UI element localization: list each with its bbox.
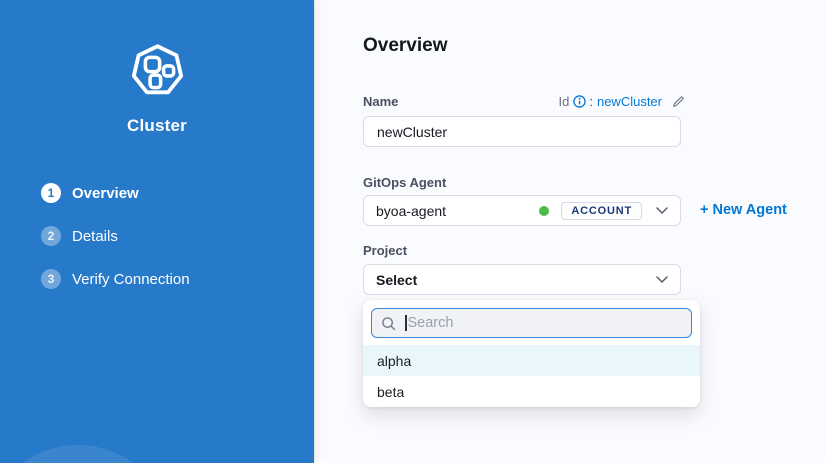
step-overview[interactable]: 1 Overview	[41, 183, 190, 203]
edit-id-button[interactable]	[668, 95, 685, 108]
new-agent-link[interactable]: + New Agent	[700, 202, 787, 218]
agent-health-dot	[539, 206, 549, 216]
info-icon[interactable]	[573, 95, 586, 108]
pencil-icon	[672, 95, 685, 108]
wizard-sidebar: Cluster 1 Overview 2 Details 3 Verify Co…	[0, 0, 314, 463]
project-option-beta[interactable]: beta	[363, 376, 700, 407]
project-dropdown-panel: alpha beta	[363, 300, 700, 407]
name-input[interactable]	[363, 116, 681, 147]
wizard-steps: 1 Overview 2 Details 3 Verify Connection	[41, 183, 190, 312]
step-number-badge: 2	[41, 226, 61, 246]
step-verify-connection[interactable]: 3 Verify Connection	[41, 269, 190, 289]
id-row: Id : newCluster	[559, 94, 686, 109]
id-label: Id	[559, 94, 570, 109]
step-number-badge: 1	[41, 183, 61, 203]
step-label: Verify Connection	[72, 271, 190, 288]
cluster-icon	[0, 42, 314, 99]
overview-step-panel: Overview Name Id : newCluster G	[314, 0, 825, 463]
gitops-agent-label: GitOps Agent	[363, 175, 446, 190]
name-label-row: Name Id : newCluster	[363, 94, 685, 109]
agent-scope-badge: ACCOUNT	[561, 202, 642, 220]
search-icon	[381, 316, 396, 331]
step-number-badge: 3	[41, 269, 61, 289]
step-label: Overview	[72, 185, 139, 202]
project-option-alpha[interactable]: alpha	[363, 345, 700, 376]
wizard-title: Cluster	[0, 116, 314, 136]
project-search-box[interactable]	[371, 308, 692, 338]
chevron-down-icon	[656, 207, 668, 214]
project-select[interactable]: Select	[363, 264, 681, 295]
project-label: Project	[363, 243, 407, 258]
step-details[interactable]: 2 Details	[41, 226, 190, 246]
page-title: Overview	[363, 35, 448, 57]
step-label: Details	[72, 228, 118, 245]
decorative-circle	[0, 445, 173, 463]
id-separator: :	[589, 94, 593, 109]
project-selected-value: Select	[376, 272, 417, 288]
gitops-agent-select[interactable]: byoa-agent ACCOUNT	[363, 195, 681, 226]
agent-selected-value: byoa-agent	[376, 203, 446, 219]
wizard-brand: Cluster	[0, 42, 314, 136]
id-value-link[interactable]: newCluster	[597, 94, 662, 109]
project-search-input[interactable]	[407, 315, 683, 331]
name-label: Name	[363, 94, 398, 109]
chevron-down-icon	[656, 276, 668, 283]
